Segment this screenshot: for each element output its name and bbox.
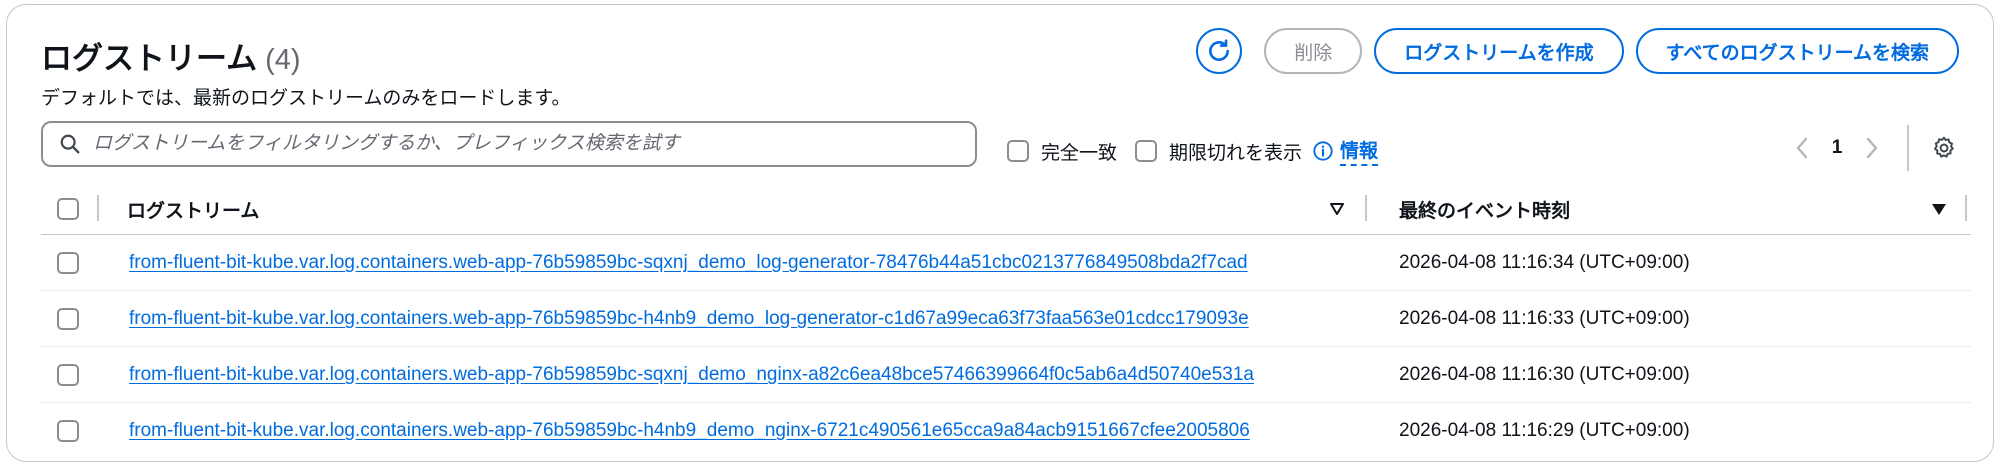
next-page-button[interactable] <box>1857 130 1887 166</box>
exact-match-label: 完全一致 <box>1041 142 1118 164</box>
action-bar: 削除 ログストリームを作成 すべてのログストリームを検索 <box>1196 28 1959 74</box>
show-expired-label: 期限切れを表示 <box>1169 142 1303 164</box>
filter-search-box <box>41 121 977 167</box>
last-event-time-cell: 2026-04-08 11:16:33 (UTC+09:00) <box>1399 308 1690 329</box>
column-divider <box>97 195 99 221</box>
log-stream-cell: from-fluent-bit-kube.var.log.containers.… <box>129 403 1359 459</box>
chevron-right-icon <box>1866 137 1878 159</box>
column-header-log-stream-label: ログストリーム <box>127 200 260 222</box>
sort-log-stream-button[interactable] <box>1329 183 1345 235</box>
page-title-row: ログストリーム (4) <box>41 33 301 78</box>
pagination-divider <box>1907 125 1909 171</box>
chevron-left-icon <box>1796 137 1808 159</box>
log-stream-cell: from-fluent-bit-kube.var.log.containers.… <box>129 347 1359 403</box>
search-icon <box>60 134 80 154</box>
log-stream-link[interactable]: from-fluent-bit-kube.var.log.containers.… <box>129 364 1254 386</box>
info-icon <box>1313 141 1333 161</box>
log-stream-link[interactable]: from-fluent-bit-kube.var.log.containers.… <box>129 420 1250 442</box>
row-checkbox[interactable] <box>57 420 79 442</box>
info-label: 情報 <box>1340 136 1379 166</box>
column-divider <box>1365 195 1367 221</box>
search-all-log-streams-button[interactable]: すべてのログストリームを検索 <box>1635 28 1959 74</box>
current-page[interactable]: 1 <box>1817 137 1857 159</box>
last-event-time-cell: 2026-04-08 11:16:30 (UTC+09:00) <box>1399 364 1690 385</box>
stream-count: (4) <box>265 44 301 76</box>
row-select-cell <box>57 291 79 347</box>
table-row: from-fluent-bit-kube.var.log.containers.… <box>41 235 1971 291</box>
select-all-cell <box>57 183 79 235</box>
sort-down-filled-icon <box>1932 204 1946 215</box>
table-row: from-fluent-bit-kube.var.log.containers.… <box>41 403 1971 459</box>
previous-page-button[interactable] <box>1787 130 1817 166</box>
log-stream-cell: from-fluent-bit-kube.var.log.containers.… <box>129 235 1359 291</box>
show-expired-option[interactable]: 期限切れを表示 <box>1135 138 1302 165</box>
refresh-icon <box>1209 39 1230 61</box>
sort-down-outline-icon <box>1330 203 1344 215</box>
info-link[interactable]: 情報 <box>1312 136 1379 166</box>
log-streams-table: ログストリーム 最終のイベント時刻 from-fluent-bit-kube.v… <box>41 183 1971 459</box>
table-row: from-fluent-bit-kube.var.log.containers.… <box>41 291 1971 347</box>
row-checkbox[interactable] <box>57 364 79 386</box>
filter-options: 完全一致 期限切れを表示 情報 <box>1007 136 1379 166</box>
refresh-button[interactable] <box>1196 28 1243 74</box>
page-title: ログストリーム <box>41 41 258 76</box>
row-checkbox[interactable] <box>57 252 79 274</box>
gear-icon <box>1934 136 1954 158</box>
column-header-log-stream[interactable]: ログストリーム <box>127 183 259 235</box>
log-stream-cell: from-fluent-bit-kube.var.log.containers.… <box>129 291 1359 347</box>
table-header: ログストリーム 最終のイベント時刻 <box>41 183 1971 235</box>
column-header-last-event-time[interactable]: 最終のイベント時刻 <box>1399 183 1570 235</box>
log-stream-link[interactable]: from-fluent-bit-kube.var.log.containers.… <box>129 308 1249 330</box>
table-body: from-fluent-bit-kube.var.log.containers.… <box>41 235 1971 459</box>
last-event-time-cell: 2026-04-08 11:16:34 (UTC+09:00) <box>1399 252 1690 273</box>
sort-last-event-time-button[interactable] <box>1931 183 1947 235</box>
column-header-last-event-time-label: 最終のイベント時刻 <box>1399 200 1571 222</box>
row-select-cell <box>57 403 79 459</box>
delete-button[interactable]: 削除 <box>1264 28 1363 74</box>
last-event-time-cell: 2026-04-08 11:16:29 (UTC+09:00) <box>1399 420 1690 441</box>
filter-input[interactable] <box>93 133 953 155</box>
column-divider <box>1965 195 1967 221</box>
show-expired-checkbox[interactable] <box>1135 140 1158 162</box>
table-row: from-fluent-bit-kube.var.log.containers.… <box>41 347 1971 403</box>
table-settings-button[interactable] <box>1929 133 1959 163</box>
log-streams-panel: ログストリーム (4) デフォルトでは、最新のログストリームのみをロードします。… <box>6 4 1994 462</box>
exact-match-checkbox[interactable] <box>1007 140 1029 162</box>
create-log-stream-button[interactable]: ログストリームを作成 <box>1374 28 1624 74</box>
exact-match-option[interactable]: 完全一致 <box>1007 138 1117 165</box>
log-stream-link[interactable]: from-fluent-bit-kube.var.log.containers.… <box>129 252 1248 274</box>
pagination: 1 <box>1787 125 1959 171</box>
select-all-checkbox[interactable] <box>57 198 79 220</box>
row-checkbox[interactable] <box>57 308 79 330</box>
row-select-cell <box>57 347 79 403</box>
page-description: デフォルトでは、最新のログストリームのみをロードします。 <box>41 88 571 109</box>
row-select-cell <box>57 235 79 291</box>
